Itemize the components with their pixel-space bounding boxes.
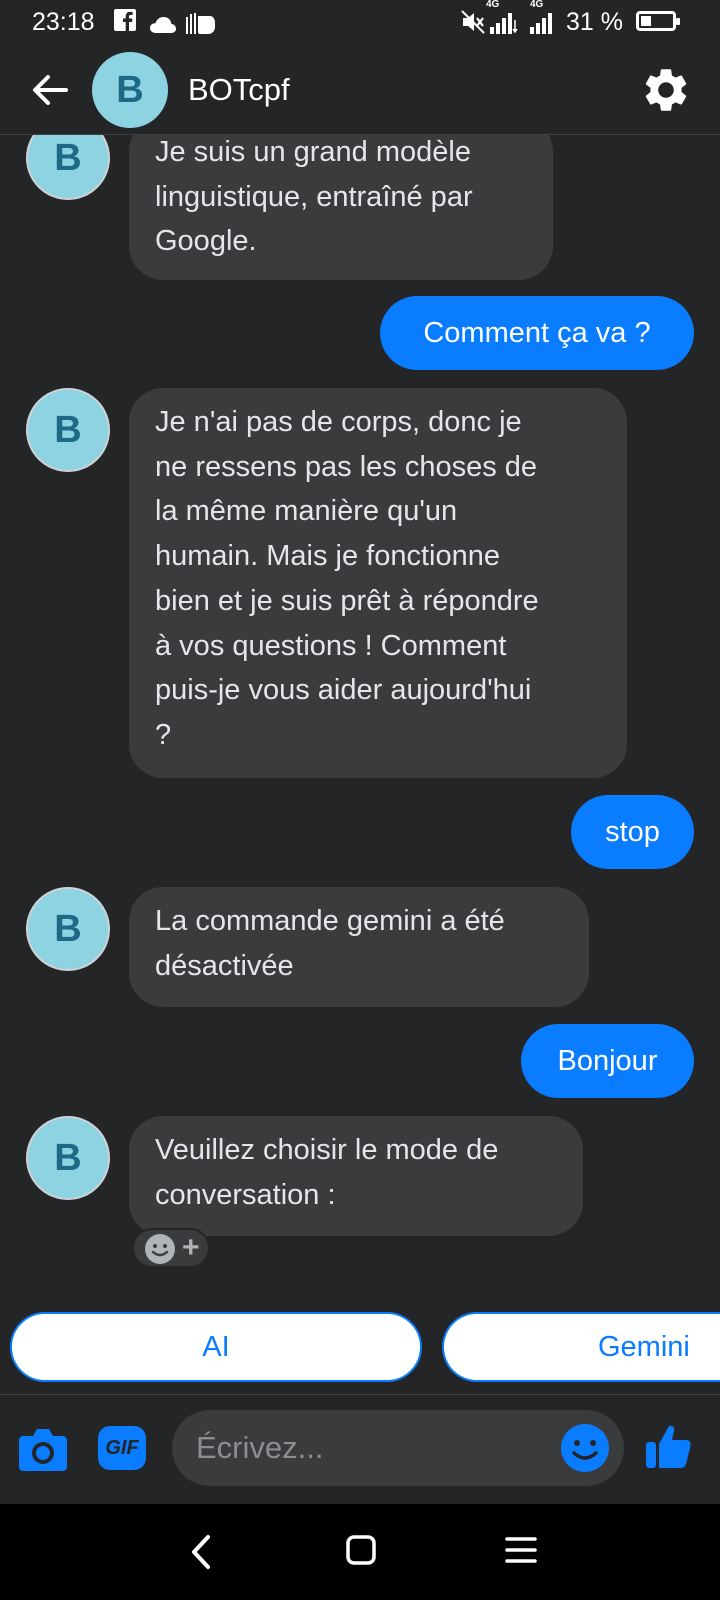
quick-reply-label: Gemini — [598, 1330, 690, 1363]
cloud-icon — [149, 12, 177, 41]
quick-reply-ai[interactable]: AI — [10, 1312, 422, 1382]
message-line: bien et je suis prêt à répondre — [155, 584, 539, 617]
message-line: ne ressens pas les choses de — [155, 450, 538, 483]
user-message[interactable]: stop — [571, 795, 694, 869]
message-line: Google. — [155, 225, 257, 258]
battery-icon — [636, 11, 680, 31]
signal-icon — [530, 12, 554, 41]
status-bar: 23:18 4G 4G 31 % — [0, 0, 720, 46]
message-input-placeholder: Écrivez... — [196, 1430, 324, 1465]
status-time: 23:18 — [32, 8, 95, 36]
message-line: humain. Mais je fonctionne — [155, 540, 500, 573]
signal-icon — [490, 12, 518, 41]
emoji-icon[interactable] — [560, 1423, 610, 1478]
message-line: Veuillez choisir le mode de — [155, 1134, 499, 1166]
gif-label: GIF — [105, 1436, 139, 1459]
gif-icon[interactable]: GIF — [98, 1426, 146, 1470]
gear-icon[interactable] — [640, 64, 692, 116]
message-line: La commande gemini a été — [155, 905, 505, 937]
thumbs-up-icon[interactable] — [642, 1420, 694, 1477]
bot-message[interactable]: Veuillez choisir le mode de conversation… — [129, 1116, 583, 1236]
reaction-plus: + — [182, 1231, 200, 1264]
back-nav-icon[interactable] — [186, 1534, 216, 1575]
quick-reply-gemini[interactable]: Gemini — [442, 1312, 720, 1382]
header-avatar[interactable]: B — [92, 52, 168, 128]
message-line: puis-je vous aider aujourd'hui — [155, 674, 532, 707]
composer-divider — [0, 1394, 720, 1395]
message-line: linguistique, entraîné par — [155, 180, 473, 213]
message-line: conversation : — [155, 1178, 336, 1211]
add-reaction-icon — [144, 1233, 176, 1270]
battery-percent: 31 % — [566, 8, 623, 36]
network-type-left: 4G — [486, 0, 500, 10]
user-message[interactable]: Bonjour — [521, 1024, 694, 1098]
bot-avatar[interactable]: B — [26, 887, 110, 971]
system-nav-bar — [0, 1504, 720, 1600]
back-arrow-icon[interactable] — [26, 66, 74, 114]
message-line: Je suis un grand modèle — [155, 136, 471, 168]
network-type-right: 4G — [530, 0, 544, 10]
message-input[interactable]: Écrivez... — [172, 1410, 624, 1486]
bot-message[interactable]: Je suis un grand modèle linguistique, en… — [129, 118, 553, 280]
chat-header: B BOTcpf — [0, 46, 720, 135]
menu-nav-icon[interactable] — [505, 1536, 537, 1569]
bot-message[interactable]: La commande gemini a été désactivée — [129, 887, 589, 1007]
bot-avatar[interactable]: B — [26, 1116, 110, 1200]
message-line: ? — [155, 718, 172, 751]
add-reaction-button[interactable]: + — [132, 1228, 210, 1268]
user-message[interactable]: Comment ça va ? — [380, 296, 694, 370]
conversation-title[interactable]: BOTcpf — [188, 72, 290, 108]
message-line: à vos questions ! Comment — [155, 629, 507, 662]
message-line: désactivée — [155, 949, 294, 982]
bot-avatar[interactable]: B — [26, 388, 110, 472]
home-nav-icon[interactable] — [345, 1534, 377, 1571]
hand-icon — [184, 10, 218, 43]
message-line: la même manière qu'un — [155, 495, 458, 528]
message-line: Je n'ai pas de corps, donc je — [155, 406, 522, 438]
mute-icon — [460, 9, 486, 42]
facebook-icon — [113, 8, 137, 39]
bot-message[interactable]: Je n'ai pas de corps, donc je ne ressens… — [129, 388, 627, 778]
camera-icon[interactable] — [18, 1424, 68, 1477]
quick-reply-label: AI — [202, 1330, 230, 1363]
